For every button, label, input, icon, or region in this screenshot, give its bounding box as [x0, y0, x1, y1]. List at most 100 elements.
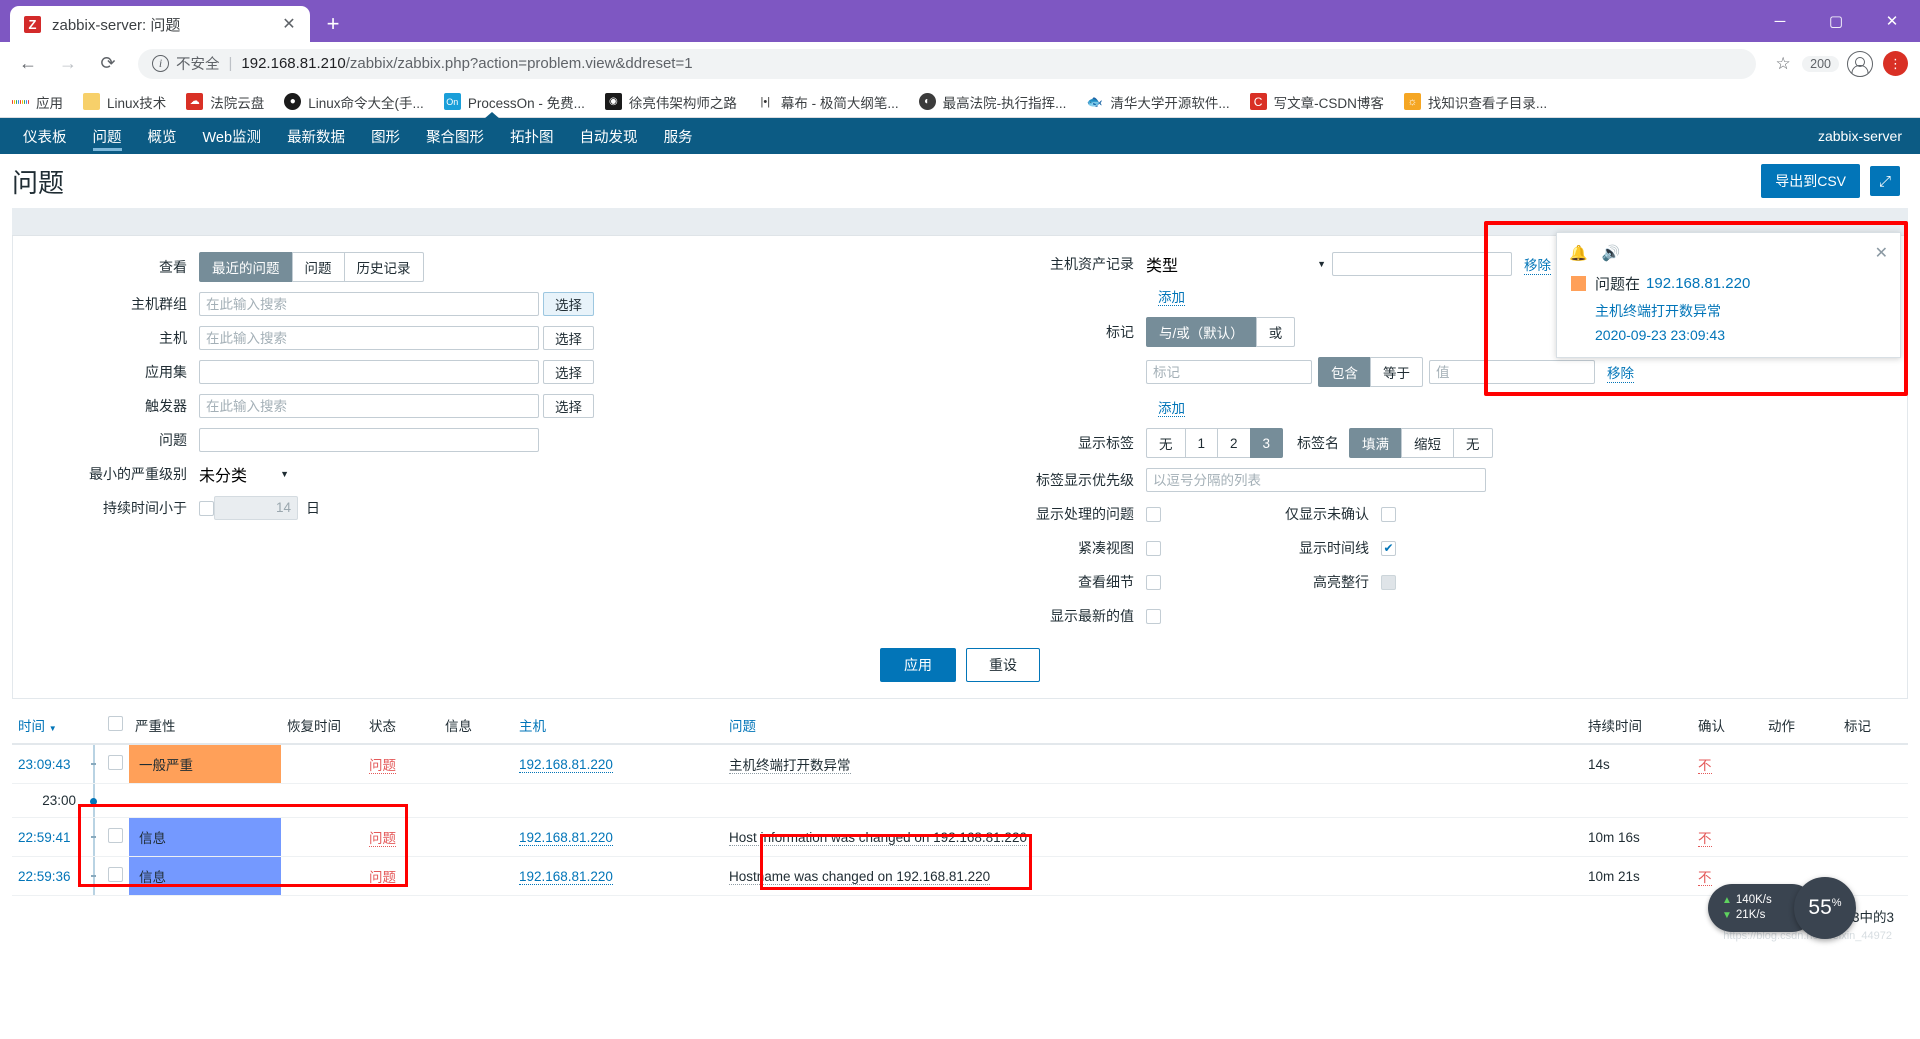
cell-ack[interactable]: 不 [1692, 744, 1762, 784]
back-icon[interactable]: ← [12, 48, 44, 80]
cell-host[interactable]: 192.168.81.220 [513, 856, 723, 896]
nav-item-services[interactable]: 服务 [651, 118, 706, 154]
host-select-button[interactable]: 选择 [543, 326, 594, 350]
show-tags-1[interactable]: 1 [1184, 428, 1219, 458]
table-row[interactable]: 23:09:43 一般严重 问题 192.168.81.220 主机终端打开数异… [12, 744, 1908, 784]
tags-mode-andor[interactable]: 与/或（默认） [1146, 317, 1257, 347]
extension-badge[interactable]: 200 [1802, 55, 1839, 72]
profile-avatar[interactable] [1847, 50, 1873, 77]
cell-time[interactable]: 22:59:41 [12, 817, 86, 857]
col-header-time[interactable]: 时间 ▼ [12, 707, 86, 745]
window-minimize-button[interactable]: ─ [1752, 0, 1808, 42]
nav-item-maps[interactable]: 拓扑图 [497, 118, 567, 154]
show-latest-values-checkbox[interactable] [1146, 608, 1161, 624]
address-bar[interactable]: i 不安全 | 192.168.81.210/zabbix/zabbix.php… [138, 48, 1757, 79]
col-header-host[interactable]: 主机 [513, 707, 723, 745]
cell-row-checkbox[interactable] [102, 856, 129, 896]
inventory-value-input[interactable] [1332, 252, 1512, 276]
tag-operator-equals[interactable]: 等于 [1370, 357, 1423, 387]
min-severity-select[interactable]: 未分类 ▼ [199, 462, 289, 486]
bookmark-item-csdn[interactable]: C 写文章-CSDN博客 [1249, 92, 1384, 112]
duration-checkbox[interactable] [199, 500, 214, 516]
cell-ack[interactable]: 不 [1692, 817, 1762, 857]
kiosk-mode-icon[interactable]: ⤢ [1870, 166, 1900, 196]
cell-status[interactable]: 问题 [363, 744, 439, 784]
nav-item-web-monitoring[interactable]: Web监测 [190, 118, 275, 154]
unacknowledged-only-checkbox[interactable] [1381, 506, 1396, 522]
app-set-select-button[interactable]: 选择 [543, 360, 594, 384]
export-csv-button[interactable]: 导出到CSV [1761, 164, 1860, 198]
cell-host[interactable]: 192.168.81.220 [513, 817, 723, 857]
new-tab-button[interactable]: + [316, 7, 350, 41]
cell-time[interactable]: 22:59:36 [12, 856, 86, 896]
tag-priority-input[interactable] [1146, 468, 1486, 492]
nav-item-graphs[interactable]: 图形 [358, 118, 413, 154]
host-group-input[interactable] [199, 292, 539, 316]
duration-days-input[interactable]: 14 [214, 496, 298, 520]
inventory-remove-link[interactable]: 移除 [1524, 254, 1551, 275]
notification-problem-link[interactable]: 主机终端打开数异常 [1595, 301, 1888, 321]
view-option-history[interactable]: 历史记录 [343, 252, 424, 282]
tag-remove-link[interactable]: 移除 [1607, 362, 1634, 383]
host-group-select-button[interactable]: 选择 [543, 292, 594, 316]
show-tags-none[interactable]: 无 [1146, 428, 1186, 458]
window-maximize-button[interactable]: ▢ [1808, 0, 1864, 42]
window-close-button[interactable]: ✕ [1864, 0, 1920, 42]
select-all-checkbox[interactable] [108, 716, 123, 731]
host-input[interactable] [199, 326, 539, 350]
tab-close-icon[interactable]: ✕ [278, 13, 300, 35]
nav-item-overview[interactable]: 概览 [135, 118, 190, 154]
view-option-recent[interactable]: 最近的问题 [199, 252, 293, 282]
nav-item-problems[interactable]: 问题 [80, 118, 135, 154]
cell-row-checkbox[interactable] [102, 817, 129, 857]
reload-icon[interactable]: ⟳ [92, 48, 124, 80]
bookmark-item-clouddisk[interactable]: ☁ 法院云盘 [186, 92, 264, 112]
close-icon[interactable]: ✕ [1875, 243, 1888, 263]
inventory-add-link[interactable]: 添加 [1158, 290, 1185, 306]
bookmark-item-tuna[interactable]: 🐟 清华大学开源软件... [1086, 92, 1230, 112]
tag-name-full[interactable]: 填满 [1349, 428, 1403, 458]
info-circle-icon[interactable]: i [152, 55, 169, 72]
nav-item-discovery[interactable]: 自动发现 [567, 118, 651, 154]
reset-button[interactable]: 重设 [966, 648, 1040, 682]
tag-name-short[interactable]: 缩短 [1401, 428, 1455, 458]
nav-item-latest-data[interactable]: 最新数据 [274, 118, 358, 154]
tags-mode-or[interactable]: 或 [1255, 317, 1296, 347]
cell-row-checkbox[interactable] [102, 744, 129, 784]
cell-host[interactable]: 192.168.81.220 [513, 744, 723, 784]
nav-item-screens[interactable]: 聚合图形 [413, 118, 497, 154]
problem-input[interactable] [199, 428, 539, 452]
cell-status[interactable]: 问题 [363, 856, 439, 896]
table-row[interactable]: 22:59:36 信息 问题 192.168.81.220 Hostname w… [12, 856, 1908, 896]
bookmark-item-court[interactable]: ◐ 最高法院-执行指挥... [918, 92, 1066, 112]
bookmark-item-mubu[interactable]: |•| 幕布 - 极简大纲笔... [756, 92, 899, 112]
show-details-checkbox[interactable] [1146, 574, 1161, 590]
bell-icon[interactable]: 🔔 [1569, 244, 1588, 262]
tag-operator-contains[interactable]: 包含 [1318, 357, 1371, 387]
table-row[interactable]: 22:59:41 信息 问题 192.168.81.220 Host infor… [12, 817, 1908, 857]
nav-item-dashboard[interactable]: 仪表板 [10, 118, 80, 154]
cell-problem[interactable]: 主机终端打开数异常 [723, 744, 1582, 784]
show-tags-2[interactable]: 2 [1217, 428, 1251, 458]
browser-tab[interactable]: Z zabbix-server: 问题 ✕ [10, 6, 310, 42]
forward-icon[interactable]: → [52, 48, 84, 80]
col-header-problem[interactable]: 问题 [723, 707, 1582, 745]
cell-time[interactable]: 23:09:43 [12, 744, 86, 784]
chrome-menu-icon[interactable]: ⋮ [1883, 51, 1908, 76]
compact-view-checkbox[interactable] [1146, 540, 1161, 556]
trigger-select-button[interactable]: 选择 [543, 394, 594, 418]
trigger-input[interactable] [199, 394, 539, 418]
network-speed-widget[interactable]: ▲ 140K/s ▼ 21K/s 55% [1708, 877, 1856, 939]
show-tags-3[interactable]: 3 [1249, 428, 1284, 458]
tag-value-input[interactable] [1429, 360, 1595, 384]
speaker-icon[interactable]: 🔊 [1602, 244, 1621, 262]
row-checkbox[interactable] [108, 755, 123, 770]
apply-button[interactable]: 应用 [880, 648, 956, 682]
bookmark-item-apps[interactable]: 应用 [12, 92, 63, 112]
cell-problem[interactable]: Hostname was changed on 192.168.81.220 [723, 856, 1582, 896]
bookmark-star-icon[interactable]: ☆ [1768, 49, 1798, 79]
tag-name-input[interactable] [1146, 360, 1312, 384]
bookmark-item-linux[interactable]: Linux技术 [83, 92, 166, 112]
cell-status[interactable]: 问题 [363, 817, 439, 857]
show-timeline-checkbox[interactable]: ✔ [1381, 540, 1396, 556]
